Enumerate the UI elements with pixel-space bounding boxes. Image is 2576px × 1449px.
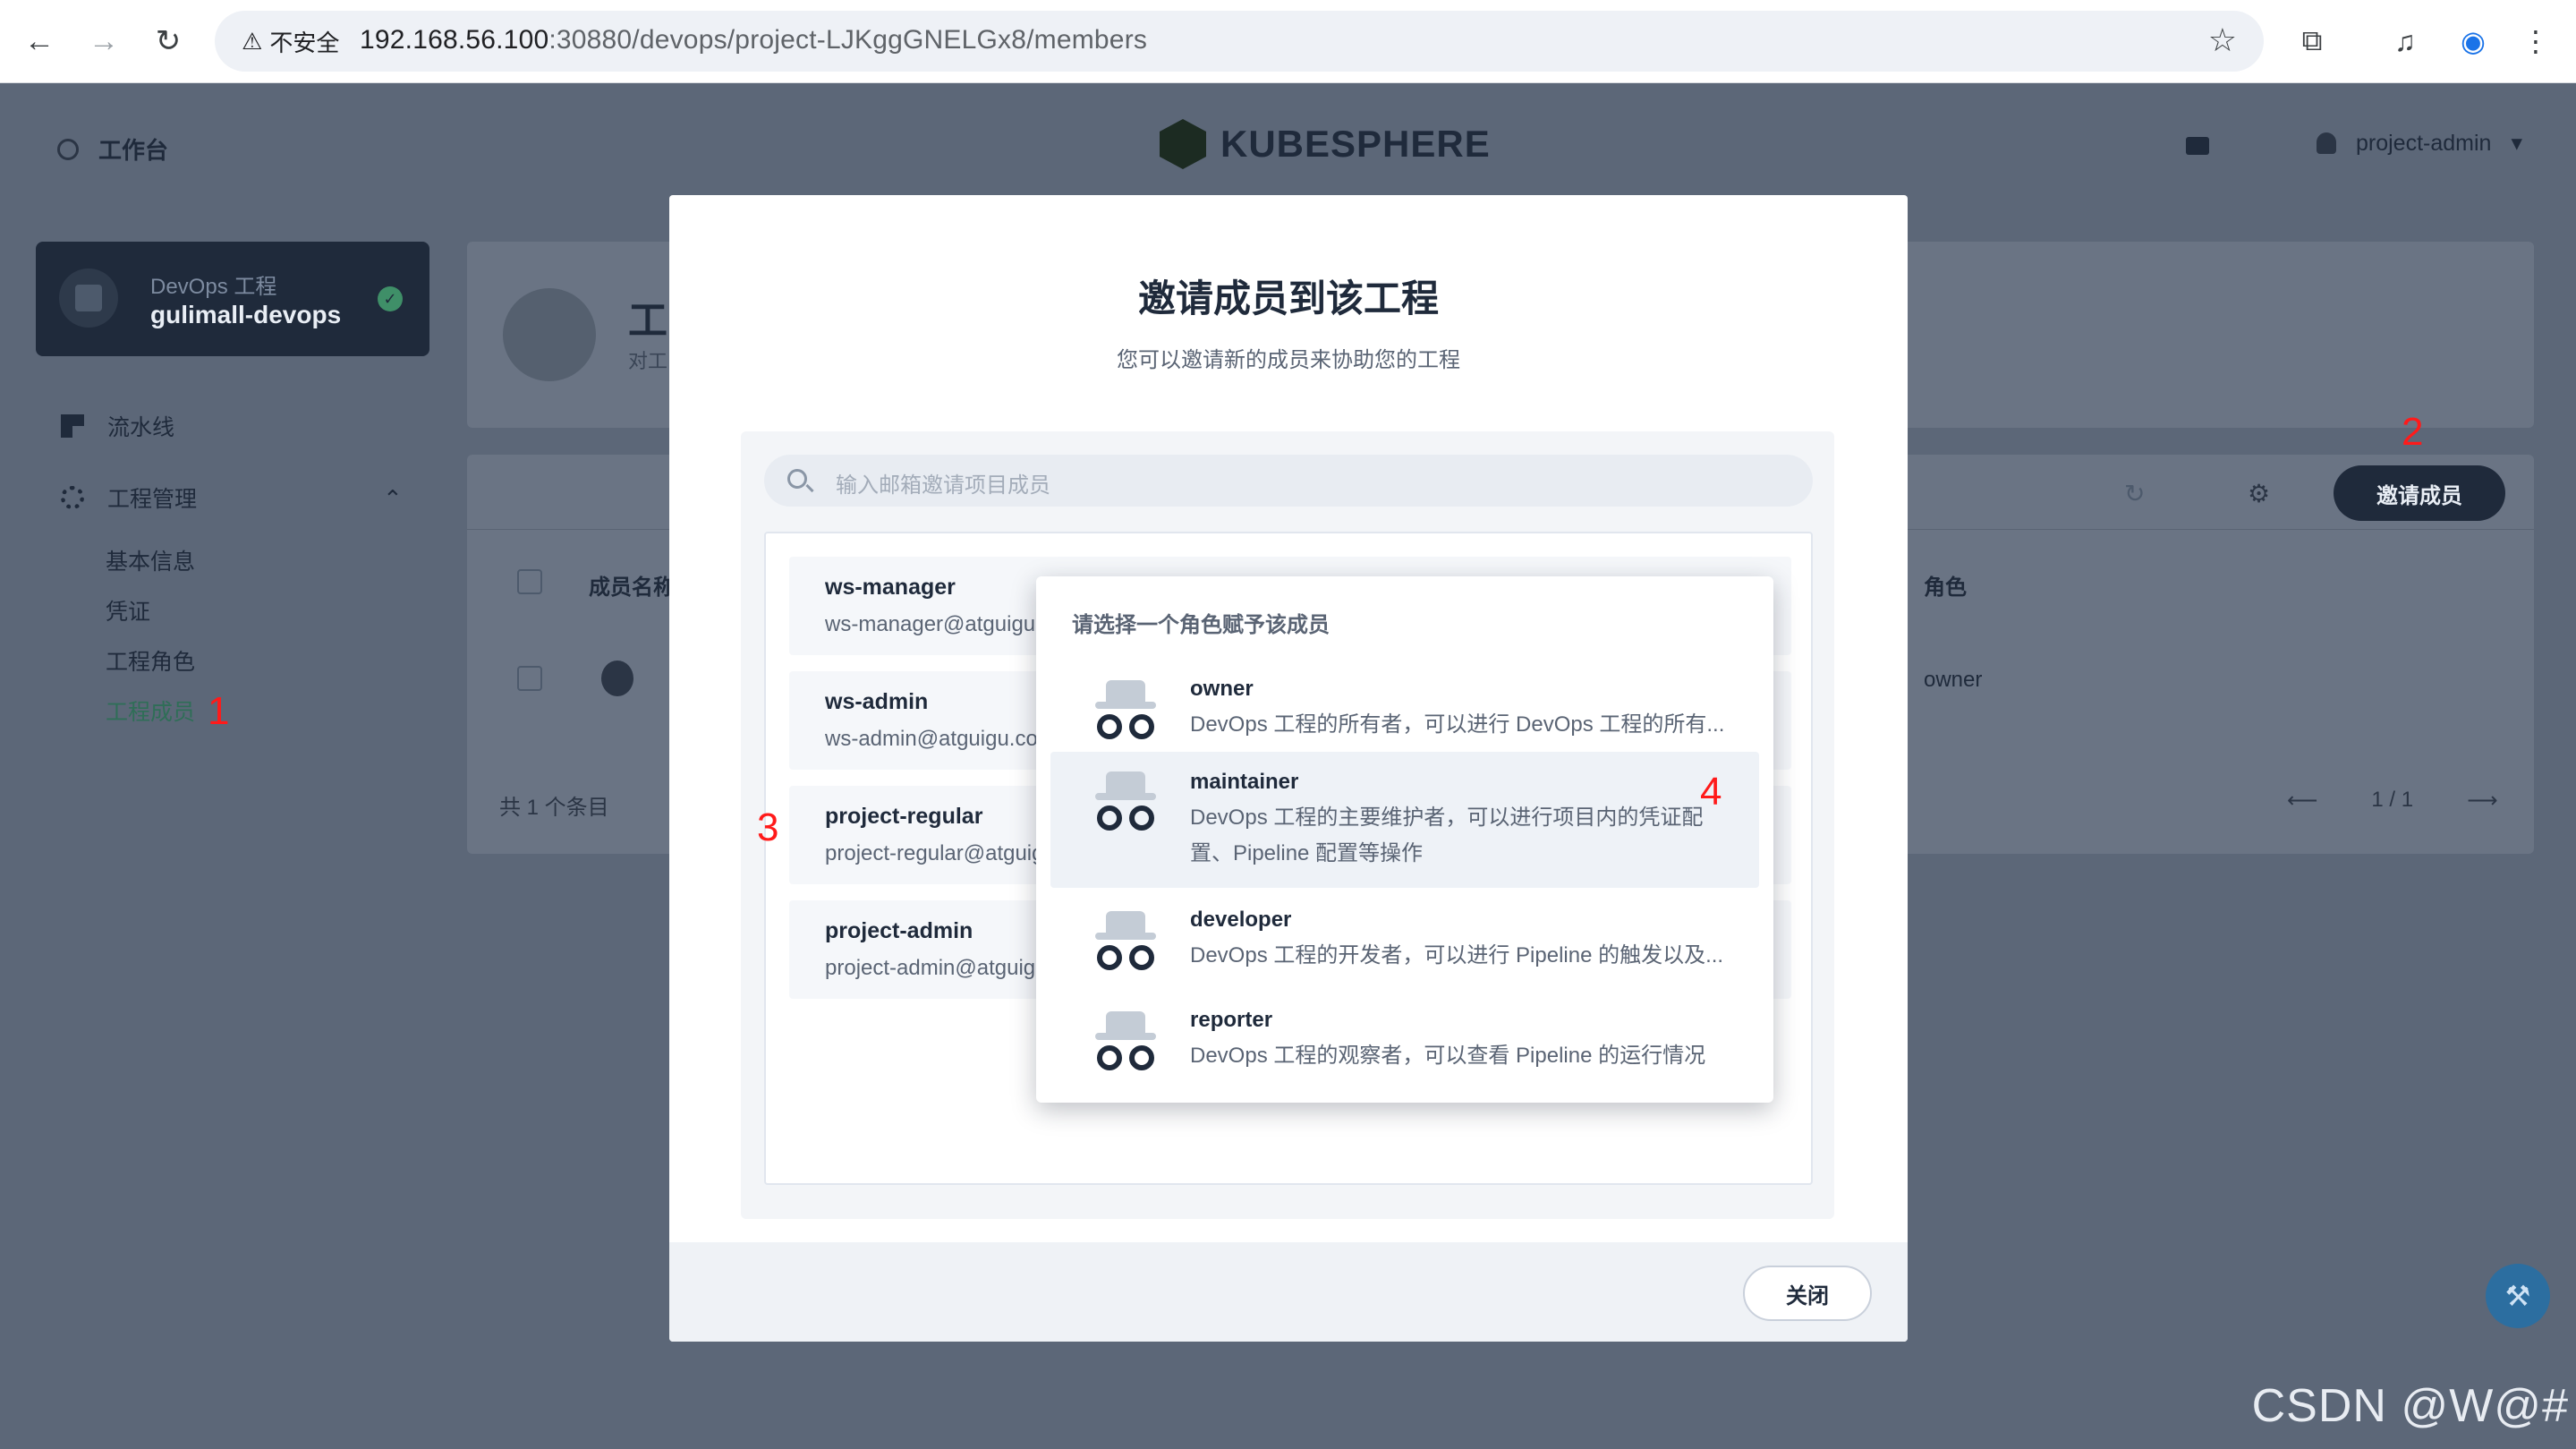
dashboard-icon: [57, 138, 79, 160]
url-text[interactable]: 192.168.56.100:30880/devops/project-LJKg…: [360, 25, 1147, 55]
members-icon: [503, 288, 596, 381]
tools-hammer-icon[interactable]: ⚒: [2486, 1264, 2550, 1328]
refresh-icon[interactable]: ↻: [2124, 479, 2145, 508]
pipeline-icon: [61, 414, 84, 438]
address-bar[interactable]: ⚠ 不安全 192.168.56.100:30880/devops/projec…: [215, 11, 2264, 72]
role-dropdown: 请选择一个角色赋予该成员 owner DevOps 工程的所有者，可以进行 De…: [1036, 576, 1773, 1103]
kubesphere-logo[interactable]: KUBESPHERE: [1160, 119, 1491, 169]
user-menu[interactable]: project-admin ▾: [2316, 130, 2522, 157]
back-icon[interactable]: ←: [18, 20, 61, 63]
menu-kebab-icon[interactable]: ⋮: [2514, 20, 2557, 63]
role-option-developer[interactable]: developer DevOps 工程的开发者，可以进行 Pipeline 的触…: [1050, 890, 1759, 990]
warning-icon: ⚠: [242, 27, 263, 55]
reload-icon[interactable]: ↻: [147, 20, 190, 63]
dialog-subtitle: 您可以邀请新的成员来协助您的工程: [1117, 348, 1460, 372]
workbench-link[interactable]: 工作台: [57, 132, 168, 166]
dialog-title: 邀请成员到该工程: [1137, 277, 1439, 320]
sidebar-item-credentials[interactable]: 凭证: [106, 594, 150, 626]
user-icon: [2316, 132, 2336, 154]
status-check-icon: ✓: [378, 286, 403, 311]
sidebar-item-project-members[interactable]: 工程成员: [106, 695, 195, 727]
total-count: 共 1 个条目: [499, 796, 609, 820]
app-header: 工作台 KUBESPHERE project-admin ▾: [0, 83, 2576, 209]
annotation-2: 2: [2402, 410, 2424, 454]
security-indicator[interactable]: ⚠ 不安全: [229, 20, 352, 63]
dialog-footer: 关闭: [669, 1242, 1908, 1342]
role-option-reporter[interactable]: reporter DevOps 工程的观察者，可以查看 Pipeline 的运行…: [1050, 990, 1759, 1090]
search-icon: [787, 469, 807, 489]
row-checkbox[interactable]: [517, 666, 542, 691]
select-all-checkbox[interactable]: [517, 569, 542, 594]
close-button[interactable]: 关闭: [1743, 1266, 1872, 1321]
bookmark-star-icon[interactable]: ☆: [2208, 21, 2237, 59]
role-option-maintainer[interactable]: maintainer DevOps 工程的主要维护者，可以进行项目内的凭证配置、…: [1050, 752, 1759, 888]
spy-icon: [1095, 680, 1156, 741]
project-icon: [59, 268, 118, 328]
role-option-owner[interactable]: owner DevOps 工程的所有者，可以进行 DevOps 工程的所有...: [1050, 666, 1759, 759]
project-selector[interactable]: DevOps 工程 gulimall-devops ✓: [36, 242, 429, 356]
logo-mark-icon: [1160, 119, 1206, 169]
dropdown-title: 请选择一个角色赋予该成员: [1072, 613, 1330, 637]
annotation-3: 3: [757, 805, 779, 849]
avatar: [601, 661, 633, 696]
browser-toolbar: ← → ↻ ⚠ 不安全 192.168.56.100:30880/devops/…: [0, 0, 2576, 83]
sidebar-item-pipelines[interactable]: 流水线: [61, 410, 174, 442]
annotation-4: 4: [1700, 770, 1722, 814]
docs-icon[interactable]: [2186, 137, 2209, 155]
gear-icon: [61, 486, 84, 509]
extensions-icon[interactable]: ⧉: [2291, 20, 2334, 63]
prev-page-icon[interactable]: ⟵: [2287, 788, 2317, 814]
column-header-name: 成员名称: [589, 575, 675, 600]
forward-icon[interactable]: →: [82, 20, 125, 63]
next-page-icon[interactable]: ⟶: [2467, 788, 2497, 814]
media-control-icon[interactable]: ♫: [2384, 20, 2427, 63]
spy-icon: [1095, 911, 1156, 972]
profile-icon[interactable]: ◉: [2452, 20, 2495, 63]
row-role: owner: [1924, 668, 1983, 692]
column-header-role: 角色: [1924, 575, 1967, 600]
spy-icon: [1095, 771, 1156, 832]
sidebar-item-project-management[interactable]: 工程管理: [61, 482, 197, 514]
spy-icon: [1095, 1011, 1156, 1072]
invite-member-button[interactable]: 邀请成员: [2334, 465, 2505, 521]
watermark: CSDN @W@#: [2251, 1380, 2569, 1432]
chevron-up-icon[interactable]: ⌃: [383, 485, 403, 513]
sidebar-item-project-roles[interactable]: 工程角色: [106, 644, 195, 677]
settings-gear-icon[interactable]: ⚙: [2248, 479, 2270, 508]
sidebar-item-basic-info[interactable]: 基本信息: [106, 544, 195, 576]
pagination: ⟵ 1 / 1 ⟶: [2287, 788, 2498, 814]
annotation-1: 1: [208, 689, 230, 733]
caret-down-icon: ▾: [2511, 131, 2522, 156]
search-input[interactable]: 输入邮箱邀请项目成员: [764, 455, 1813, 507]
